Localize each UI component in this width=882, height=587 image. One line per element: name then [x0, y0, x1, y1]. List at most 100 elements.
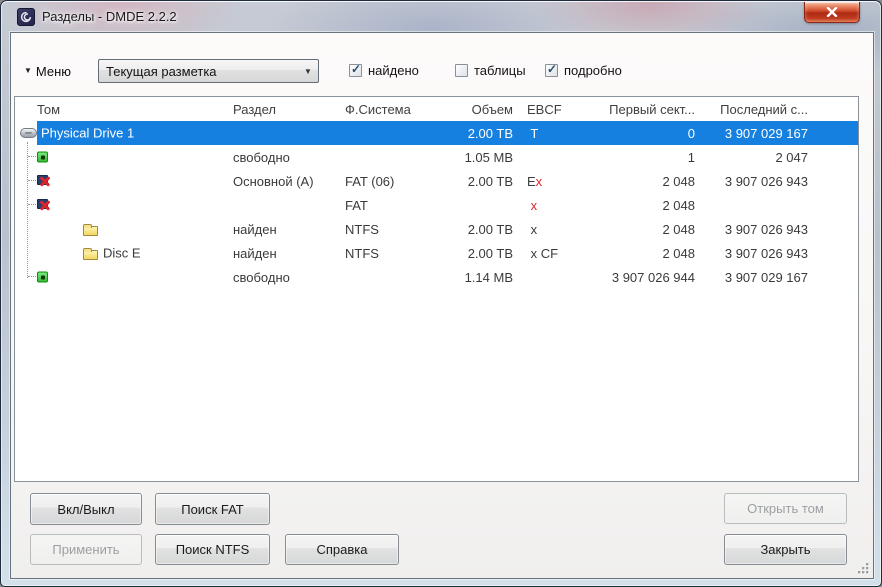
cell-size: 1.05 MB [464, 149, 513, 165]
ebcf-flag: x [527, 221, 538, 237]
cell-size: 2.00 TB [467, 173, 513, 189]
dmde-partitions-window: Разделы - DMDE 2.2.2 ▼ Меню Текущая разм… [0, 0, 882, 587]
cell-last-sector: 2 047 [775, 149, 808, 165]
cell-last-sector: 3 907 026 943 [724, 245, 808, 261]
table-row[interactable]: свободно 1.05 MB 1 2 047 [15, 145, 858, 169]
ebcf-flag: x [535, 173, 543, 189]
app-logo-icon [17, 8, 35, 26]
cell-partition: найден [233, 245, 277, 261]
toggle-button[interactable]: Вкл/Выкл [30, 493, 142, 525]
cell-ebcf: T [521, 126, 595, 141]
volume-label: Disc E [103, 245, 141, 261]
checkbox-found-label: найдено [368, 63, 419, 78]
deleted-partition-icon [37, 198, 52, 212]
cell-ebcf: Ex [521, 174, 595, 189]
cell-volume [15, 217, 233, 241]
table-row[interactable]: свободно 1.14 MB 3 907 026 944 3 907 029… [15, 265, 858, 289]
list-header: Том Раздел Ф.Система Объем EBCF Первый с… [15, 97, 858, 121]
checkbox-found[interactable]: найдено [349, 62, 419, 78]
partitions-list: Том Раздел Ф.Система Объем EBCF Первый с… [14, 96, 859, 482]
cell-volume [15, 193, 233, 217]
cell-size: 2.00 TB [467, 245, 513, 261]
column-header-first-sector[interactable]: Первый сект... [595, 102, 695, 117]
combo-arrow-icon: ▼ [304, 66, 312, 76]
help-button[interactable]: Справка [285, 534, 399, 565]
close-dialog-button[interactable]: Закрыть [724, 534, 847, 565]
column-header-filesystem[interactable]: Ф.Система [345, 102, 455, 117]
dmde-swirl-icon [20, 11, 32, 23]
checkbox-detailed-box[interactable] [545, 62, 558, 77]
folder-icon [83, 224, 98, 236]
cell-last-sector: 3 907 026 943 [724, 173, 808, 189]
open-volume-button: Открыть том [724, 493, 847, 524]
menu-button-label: Меню [35, 63, 72, 79]
window-title: Разделы - DMDE 2.2.2 [42, 9, 177, 24]
cell-ebcf: x [521, 222, 595, 237]
cell-first-sector: 2 048 [662, 173, 695, 189]
column-header-volume[interactable]: Том [15, 102, 233, 117]
table-row[interactable]: Disc E найден NTFS 2.00 TB x CF 2 048 3 … [15, 241, 858, 265]
checkbox-tables-label: таблицы [474, 63, 526, 78]
cell-filesystem: NTFS [345, 221, 379, 237]
ebcf-flag: x CF [527, 245, 559, 261]
cell-partition: Основной (A) [233, 173, 314, 189]
cell-volume [15, 265, 233, 289]
checkbox-tables-box[interactable] [455, 64, 468, 77]
checkbox-detailed[interactable]: подробно [545, 62, 622, 78]
ebcf-flag: T [527, 125, 539, 141]
cell-partition: свободно [233, 149, 290, 165]
table-row[interactable]: Physical Drive 1 2.00 TB T 0 3 907 029 1… [15, 121, 858, 145]
column-header-last-sector[interactable]: Последний с... [695, 102, 808, 117]
table-body: Physical Drive 1 2.00 TB T 0 3 907 029 1… [15, 121, 858, 289]
layout-select-value: Текущая разметка [106, 63, 217, 79]
checkbox-tables[interactable]: таблицы [455, 63, 526, 78]
cell-size: 2.00 TB [467, 221, 513, 237]
close-button[interactable] [804, 2, 860, 23]
search-fat-button[interactable]: Поиск FAT [155, 493, 270, 525]
resize-grip-icon[interactable] [856, 561, 870, 575]
cell-first-sector: 3 907 026 944 [611, 269, 695, 285]
column-header-ebcf[interactable]: EBCF [521, 102, 595, 117]
drive-icon [20, 128, 37, 138]
column-header-size[interactable]: Объем [455, 102, 513, 117]
checkbox-detailed-label: подробно [564, 63, 622, 78]
cell-first-sector: 2 048 [662, 245, 695, 261]
ebcf-flag: E [527, 173, 536, 189]
cell-volume [15, 169, 233, 193]
cell-first-sector: 1 [687, 149, 695, 165]
cell-filesystem: FAT [345, 197, 368, 213]
layout-select[interactable]: Текущая разметка ▼ [98, 59, 319, 83]
table-row[interactable]: найден NTFS 2.00 TB x 2 048 3 907 026 94… [15, 217, 858, 241]
free-space-icon [37, 271, 48, 283]
cell-partition: найден [233, 221, 277, 237]
menu-arrow-icon: ▼ [24, 66, 32, 75]
menu-button[interactable]: ▼ Меню [24, 59, 71, 83]
table-row[interactable]: FAT x 2 048 [15, 193, 858, 217]
cell-partition: свободно [233, 269, 290, 285]
volume-label: Physical Drive 1 [41, 125, 135, 141]
cell-last-sector: 3 907 029 167 [724, 269, 808, 285]
cell-first-sector: 2 048 [662, 197, 695, 213]
cell-ebcf: x [521, 198, 595, 213]
deleted-partition-icon [37, 174, 52, 188]
free-space-icon [37, 151, 48, 163]
cell-volume [15, 145, 233, 169]
column-header-partition[interactable]: Раздел [233, 102, 345, 117]
title-bar[interactable]: Разделы - DMDE 2.2.2 [1, 1, 881, 32]
cell-filesystem: FAT (06) [345, 173, 395, 189]
cell-filesystem: NTFS [345, 245, 379, 261]
cell-size: 1.14 MB [464, 269, 513, 285]
cell-ebcf: x CF [521, 246, 595, 261]
close-icon [826, 7, 838, 17]
checkbox-found-box[interactable] [349, 62, 362, 77]
table-row[interactable]: Основной (A) FAT (06) 2.00 TB Ex 2 048 3… [15, 169, 858, 193]
cell-last-sector: 3 907 026 943 [724, 221, 808, 237]
dialog-client-area: ▼ Меню Текущая разметка ▼ найдено таблиц… [10, 32, 874, 579]
cell-volume: Disc E [15, 241, 233, 265]
ebcf-flag: x [527, 197, 538, 213]
apply-button: Применить [30, 534, 142, 565]
cell-first-sector: 2 048 [662, 221, 695, 237]
search-ntfs-button[interactable]: Поиск NTFS [155, 534, 270, 565]
cell-size: 2.00 TB [467, 125, 513, 141]
folder-icon [83, 248, 98, 260]
